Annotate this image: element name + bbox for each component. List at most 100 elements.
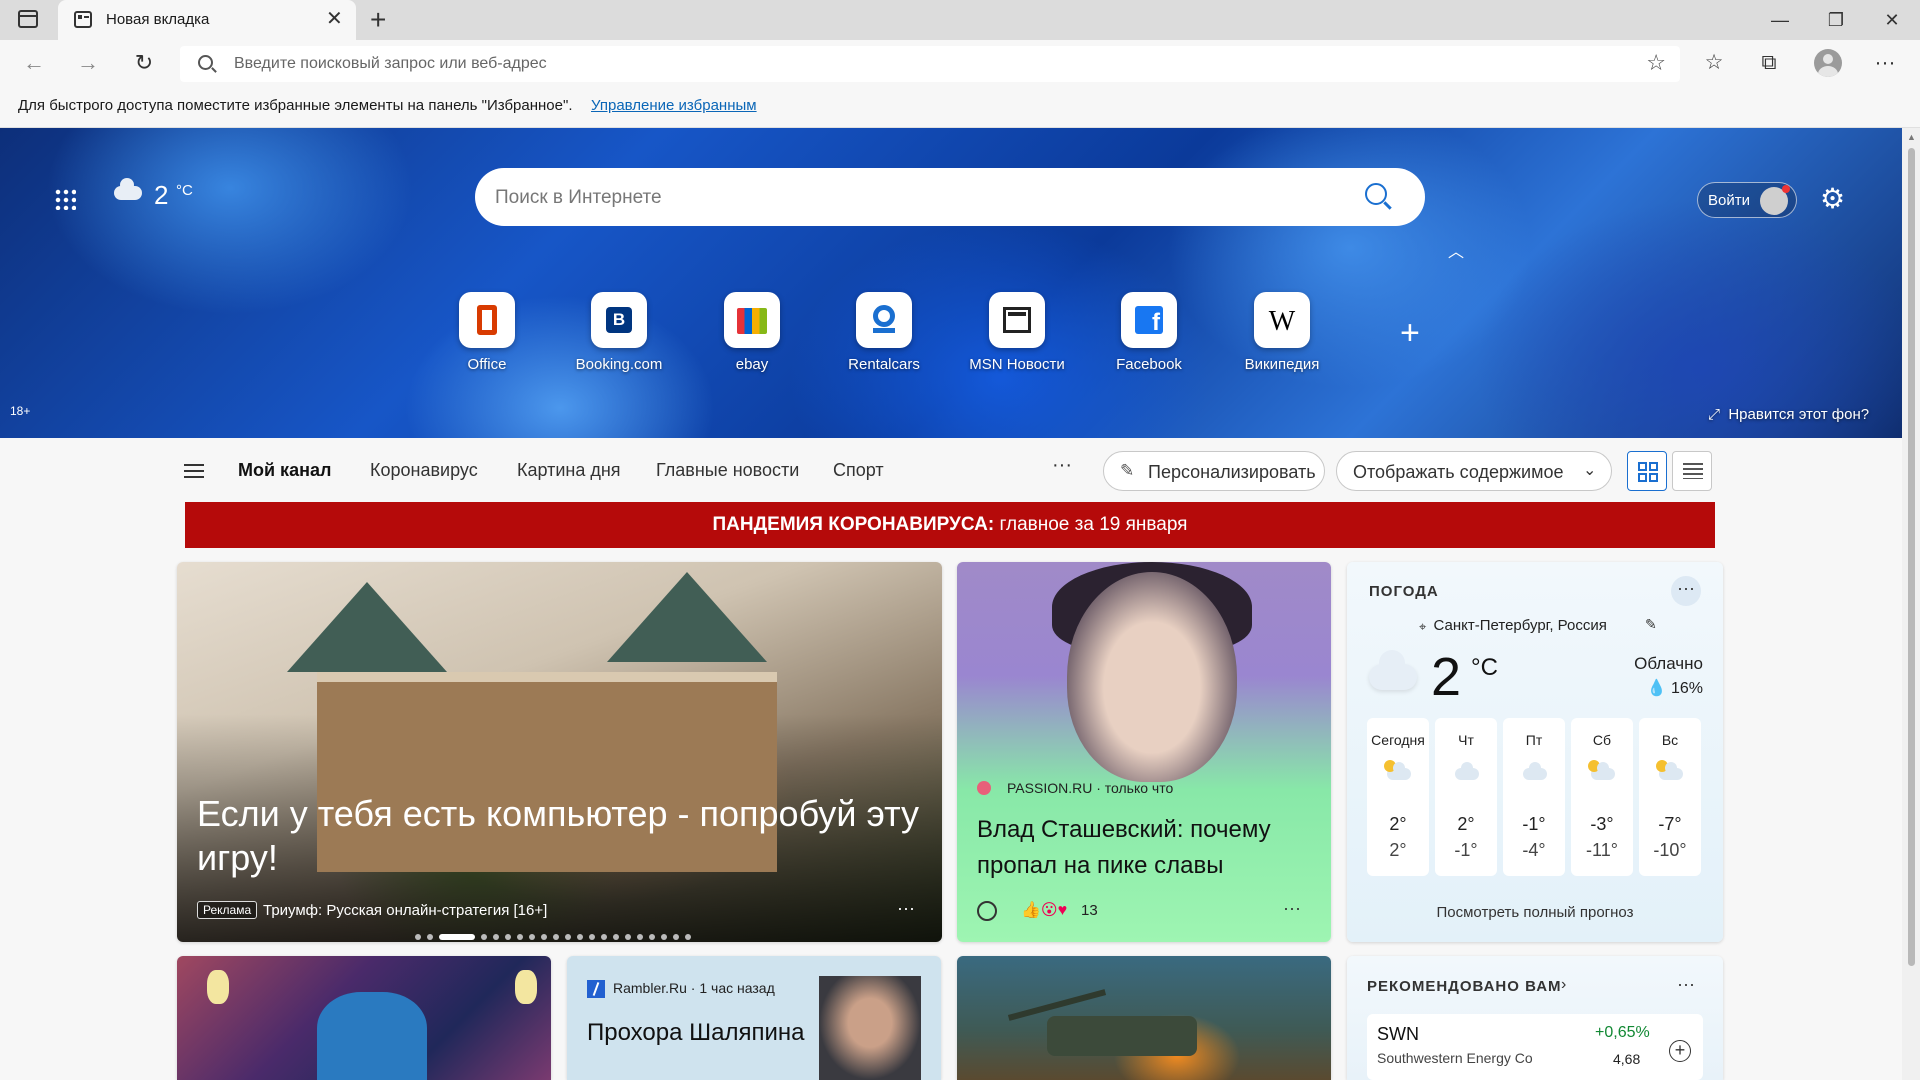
recommended-heading[interactable]: РЕКОМЕНДОВАНО ВАМ — [1367, 978, 1562, 995]
news-card[interactable]: Rambler.Ru · 1 час назад Прохора Шаляпин… — [567, 956, 941, 1080]
full-forecast-link[interactable]: Посмотреть полный прогноз — [1347, 904, 1723, 921]
forward-icon[interactable]: → — [72, 48, 104, 78]
pager-dot[interactable] — [529, 933, 535, 940]
favorites-icon[interactable]: ☆ — [1697, 47, 1731, 79]
forecast-day[interactable]: Чт 2° -1° — [1435, 718, 1497, 876]
page-scrollbar[interactable]: ▲ — [1902, 128, 1920, 1080]
tab-actions-icon[interactable] — [18, 10, 38, 28]
display-content-dropdown[interactable]: Отображать содержимое ⌄ — [1336, 451, 1612, 491]
apps-grid-icon[interactable] — [54, 188, 76, 210]
quick-link-msn-news[interactable]: MSN Новости — [957, 292, 1077, 373]
sign-in-button[interactable]: Войти — [1697, 182, 1797, 218]
pager-dot[interactable] — [613, 933, 619, 940]
pager-dot[interactable] — [493, 933, 499, 940]
grid-view-button[interactable] — [1627, 451, 1667, 491]
pager-dot[interactable] — [637, 933, 643, 940]
card-more-button[interactable]: ··· — [897, 898, 915, 919]
quick-link-ebay[interactable]: ebay — [692, 292, 812, 373]
list-view-button[interactable] — [1672, 451, 1712, 491]
news-card[interactable]: PASSION.RU · только что Влад Сташевский:… — [957, 562, 1331, 942]
personalize-button[interactable]: ✎ Персонализировать — [1103, 451, 1325, 491]
profile-avatar[interactable] — [1814, 49, 1842, 77]
weather-card[interactable]: ПОГОДА ··· ⌖ Санкт-Петербург, Россия ✎ 2… — [1347, 562, 1723, 942]
gear-icon[interactable]: ⚙ — [1820, 182, 1845, 215]
weather-location-label: Санкт-Петербург, Россия — [1433, 617, 1607, 634]
web-search-box[interactable]: Поиск в Интернете — [475, 168, 1425, 226]
coronavirus-banner[interactable]: ПАНДЕМИЯ КОРОНАВИРУСА: главное за 19 янв… — [185, 502, 1715, 548]
pager-dot[interactable] — [589, 933, 595, 940]
forecast-day[interactable]: Пт -1° -4° — [1503, 718, 1565, 876]
pager-dot[interactable] — [517, 933, 523, 940]
tank-game-card[interactable] — [957, 956, 1331, 1080]
pager-dot[interactable] — [577, 933, 583, 940]
weather-more-button[interactable]: ··· — [1671, 576, 1701, 606]
manage-favorites-link[interactable]: Управление избранным — [591, 97, 757, 114]
edit-location-icon[interactable]: ✎ — [1645, 616, 1657, 633]
hamburger-menu-icon[interactable] — [184, 464, 204, 478]
search-icon[interactable] — [1365, 183, 1387, 205]
forecast-day[interactable]: Сб -3° -11° — [1571, 718, 1633, 876]
scroll-up-icon[interactable]: ▲ — [1907, 132, 1916, 142]
quick-link-facebook[interactable]: f Facebook — [1089, 292, 1209, 373]
quick-link-label: Rentalcars — [848, 356, 920, 373]
minimize-icon[interactable]: — — [1752, 0, 1808, 40]
hero-temperature[interactable]: 2 — [154, 180, 168, 211]
quick-link-wikipedia[interactable]: W Википедия — [1222, 292, 1342, 373]
tab-new-tab[interactable]: Новая вкладка ✕ — [58, 0, 356, 40]
game-card[interactable] — [177, 956, 551, 1080]
pager-dot[interactable] — [541, 933, 547, 940]
new-tab-button[interactable]: + — [370, 4, 386, 36]
stock-item[interactable]: SWN Southwestern Energy Co +0,65% 4,68 + — [1367, 1014, 1703, 1080]
pager-dot[interactable] — [505, 933, 511, 940]
pager-dot[interactable] — [415, 933, 421, 940]
back-icon[interactable]: ← — [18, 48, 50, 78]
pager-dot[interactable] — [661, 933, 667, 940]
tab-sport[interactable]: Спорт — [833, 460, 884, 481]
pager-dot[interactable] — [649, 933, 655, 940]
tab-my-feed[interactable]: Мой канал — [238, 460, 331, 481]
add-quick-link-button[interactable]: + — [1400, 314, 1420, 353]
pager-dot[interactable] — [427, 933, 433, 940]
quick-link-rentalcars[interactable]: Rentalcars — [824, 292, 944, 373]
quick-link-booking[interactable]: B Booking.com — [559, 292, 679, 373]
add-stock-icon[interactable]: + — [1669, 1040, 1691, 1062]
ad-card[interactable]: Если у тебя есть компьютер - попробуй эт… — [177, 562, 942, 942]
weather-location[interactable]: Санкт-Петербург, Россия — [1421, 617, 1607, 634]
restore-icon[interactable]: ❐ — [1808, 0, 1864, 40]
pager-dot[interactable] — [673, 933, 679, 940]
address-bar[interactable]: Введите поисковый запрос или веб-адрес ☆ — [180, 46, 1680, 82]
tab-coronavirus[interactable]: Коронавирус — [370, 460, 478, 481]
chevron-up-icon[interactable]: ︿ — [1448, 238, 1464, 262]
pager-dot[interactable] — [601, 933, 607, 940]
address-placeholder: Введите поисковый запрос или веб-адрес — [234, 55, 547, 72]
like-background-link[interactable]: ⤢ Нравится этот фон? — [1708, 406, 1869, 423]
card-more-button[interactable]: ··· — [1283, 898, 1301, 919]
add-favorite-icon[interactable]: ☆ — [1646, 50, 1666, 76]
chevron-right-icon[interactable]: › — [1561, 976, 1566, 994]
more-tabs-button[interactable]: ··· — [1052, 454, 1072, 477]
add-reaction-icon[interactable] — [977, 901, 997, 921]
close-window-icon[interactable]: ✕ — [1864, 0, 1920, 40]
quick-link-office[interactable]: Office — [427, 292, 547, 373]
collections-icon[interactable]: ⧉ — [1752, 47, 1786, 79]
refresh-icon[interactable]: ↻ — [128, 48, 160, 78]
forecast-day[interactable]: Сегодня 2° 2° — [1367, 718, 1429, 876]
tab-picture-of-day[interactable]: Картина дня — [517, 460, 621, 481]
close-tab-icon[interactable]: ✕ — [326, 8, 343, 30]
character-image — [317, 992, 427, 1080]
tab-top-news[interactable]: Главные новости — [656, 460, 799, 481]
scroll-thumb[interactable] — [1908, 148, 1915, 966]
pager-dot[interactable] — [625, 933, 631, 940]
banner-text: главное за 19 января — [994, 514, 1188, 535]
cloud-icon — [1369, 650, 1417, 690]
recommended-more-button[interactable]: ··· — [1677, 974, 1695, 995]
stock-price: 4,68 — [1613, 1051, 1641, 1067]
pager-dot-active[interactable] — [439, 933, 475, 940]
settings-menu-icon[interactable]: ··· — [1868, 47, 1902, 79]
pager-dot[interactable] — [565, 933, 571, 940]
pager-dot[interactable] — [481, 933, 487, 940]
pager-dot[interactable] — [553, 933, 559, 940]
forecast-day[interactable]: Вс -7° -10° — [1639, 718, 1701, 876]
pager-dot[interactable] — [685, 933, 691, 940]
castle-roof-right — [607, 572, 767, 662]
